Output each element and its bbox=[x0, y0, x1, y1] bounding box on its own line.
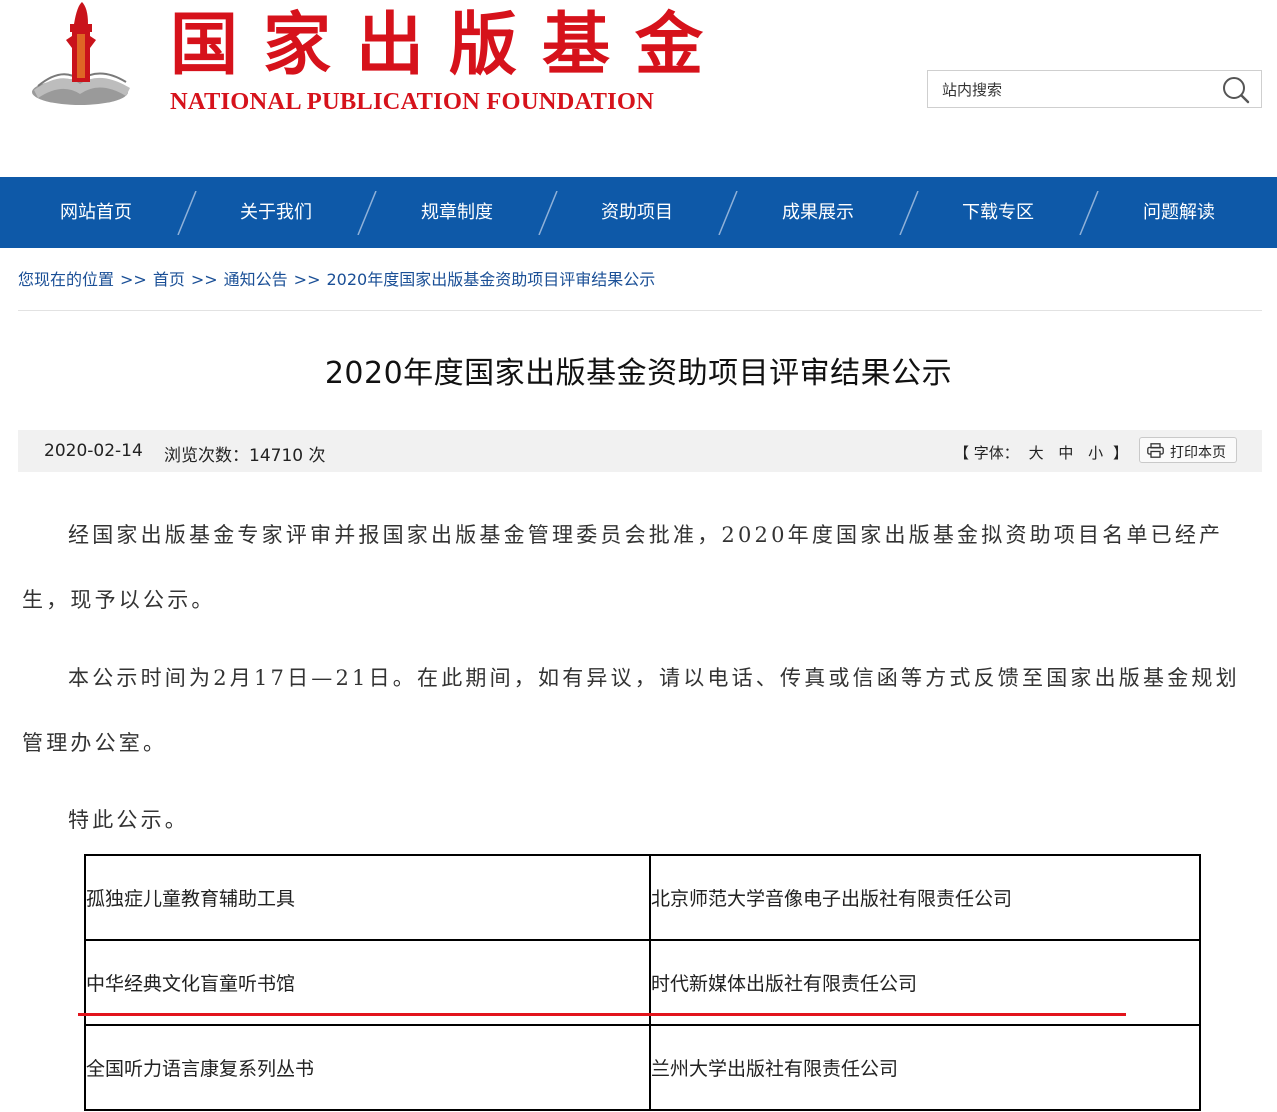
nav-item-faq[interactable]: 问题解读 bbox=[1109, 177, 1249, 248]
printer-icon bbox=[1147, 443, 1164, 458]
nav-item-downloads[interactable]: 下载专区 bbox=[928, 177, 1068, 248]
print-label: 打印本页 bbox=[1170, 445, 1226, 461]
search-icon[interactable] bbox=[1221, 75, 1251, 105]
article-info-bar: 2020-02-14 浏览次数：14710 次 【 字体： 大 中 小 】 打印… bbox=[18, 430, 1262, 472]
font-size-small-button[interactable]: 小 bbox=[1088, 444, 1103, 462]
breadcrumb-divider bbox=[18, 310, 1262, 311]
nav-separator bbox=[538, 191, 558, 235]
nav-separator bbox=[899, 191, 919, 235]
page-title: 2020年度国家出版基金资助项目评审结果公示 bbox=[324, 356, 953, 391]
nav-separator bbox=[357, 191, 377, 235]
article-paragraph: 特此公示。 bbox=[22, 788, 1262, 853]
nav-item-regulations[interactable]: 规章制度 bbox=[387, 177, 527, 248]
table-row: 孤独症儿童教育辅助工具 北京师范大学音像电子出版社有限责任公司 bbox=[84, 854, 1201, 941]
project-name-cell: 孤独症儿童教育辅助工具 bbox=[84, 854, 651, 941]
nav-separator bbox=[177, 191, 197, 235]
site-title-cn: 国家出版基金 bbox=[170, 5, 729, 85]
publish-date: 2020-02-14 bbox=[44, 441, 143, 461]
breadcrumb-notices-link[interactable]: 通知公告 bbox=[224, 270, 288, 289]
nav-separator bbox=[718, 191, 738, 235]
view-count: 浏览次数：14710 次 bbox=[164, 446, 326, 466]
site-header: 国家出版基金 NATIONAL PUBLICATION FOUNDATION bbox=[0, 0, 1277, 177]
breadcrumb: 您现在的位置 >> 首页 >> 通知公告 >> 2020年度国家出版基金资助项目评审结果公示 bbox=[18, 266, 655, 290]
article-paragraph: 经国家出版基金专家评审并报国家出版基金管理委员会批准，2020年度国家出版基金拟… bbox=[22, 503, 1262, 633]
project-table: 孤独症儿童教育辅助工具 北京师范大学音像电子出版社有限责任公司 中华经典文化盲童… bbox=[84, 854, 1201, 1111]
site-title-en: NATIONAL PUBLICATION FOUNDATION bbox=[170, 88, 654, 115]
paragraph-text: 经国家出版基金专家评审并报国家出版基金管理委员会批准，2020年度国家出版基金拟… bbox=[22, 523, 1224, 612]
breadcrumb-current-link[interactable]: 2020年度国家出版基金资助项目评审结果公示 bbox=[326, 270, 655, 289]
font-size-label: 【 字体： bbox=[954, 444, 1019, 462]
paragraph-text: 特此公示。 bbox=[68, 808, 189, 832]
logo-emblem-icon[interactable] bbox=[22, 0, 142, 120]
paragraph-text: 本公示时间为2月17日—21日。在此期间，如有异议，请以电话、传真或信函等方式反… bbox=[22, 666, 1240, 755]
breadcrumb-home-link[interactable]: 首页 bbox=[153, 270, 185, 289]
nav-item-funded-projects[interactable]: 资助项目 bbox=[567, 177, 707, 248]
breadcrumb-separator: >> bbox=[120, 270, 147, 289]
nav-separator bbox=[1079, 191, 1099, 235]
font-size-large-button[interactable]: 大 bbox=[1029, 444, 1044, 462]
nav-item-about[interactable]: 关于我们 bbox=[206, 177, 346, 248]
publisher-cell: 兰州大学出版社有限责任公司 bbox=[649, 1024, 1201, 1111]
print-button[interactable]: 打印本页 bbox=[1139, 437, 1237, 463]
article-paragraph: 本公示时间为2月17日—21日。在此期间，如有异议，请以电话、传真或信函等方式反… bbox=[22, 646, 1262, 776]
nav-item-achievements[interactable]: 成果展示 bbox=[748, 177, 888, 248]
font-size-control: 【 字体： 大 中 小 】 bbox=[954, 442, 1128, 463]
project-name-cell: 全国听力语言康复系列丛书 bbox=[84, 1024, 651, 1111]
highlight-underline bbox=[78, 1013, 1126, 1016]
search-input[interactable] bbox=[940, 77, 1214, 103]
search-box bbox=[927, 70, 1262, 108]
breadcrumb-separator: >> bbox=[190, 270, 218, 289]
main-nav: 网站首页 关于我们 规章制度 资助项目 成果展示 下载专区 问题解读 bbox=[0, 177, 1277, 248]
breadcrumb-prefix: 您现在的位置 bbox=[18, 270, 115, 289]
table-row: 全国听力语言康复系列丛书 兰州大学出版社有限责任公司 bbox=[84, 1024, 1201, 1111]
nav-item-home[interactable]: 网站首页 bbox=[26, 177, 166, 248]
font-size-medium-button[interactable]: 中 bbox=[1058, 444, 1073, 462]
publisher-cell: 北京师范大学音像电子出版社有限责任公司 bbox=[649, 854, 1201, 941]
font-size-bracket-end: 】 bbox=[1112, 444, 1128, 462]
breadcrumb-separator: >> bbox=[293, 270, 321, 289]
